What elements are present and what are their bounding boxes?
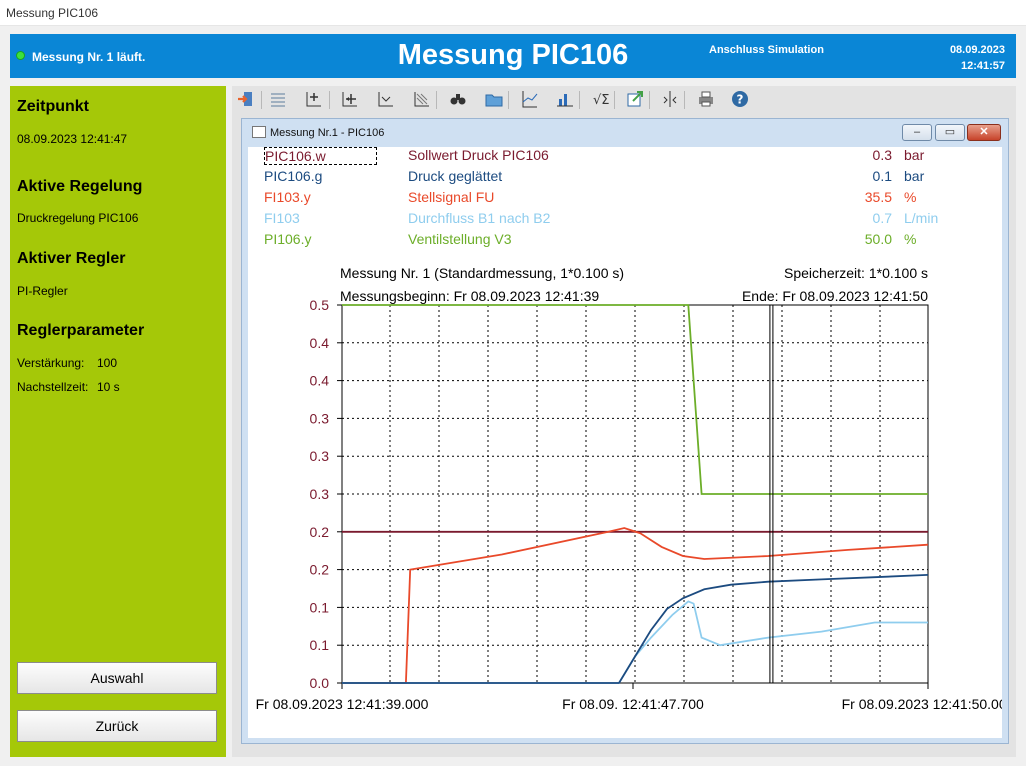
svg-text:?: ? — [737, 93, 744, 107]
gain-value: 100 — [97, 356, 118, 370]
regler-heading: Aktiver Regler — [17, 250, 126, 267]
legend-tag: FI103.y — [264, 189, 311, 205]
window-title: Messung PIC106 — [0, 0, 1026, 26]
sum-icon[interactable]: √Σ — [590, 89, 610, 109]
connection-status: Anschluss Simulation — [709, 44, 824, 56]
y-tick-label: 0.0 — [310, 675, 330, 691]
y-tick-label: 0.2 — [310, 562, 330, 578]
regelung-heading: Aktive Regelung — [17, 178, 143, 195]
header-time: 12:41:57 — [960, 60, 1005, 72]
legend-unit: % — [904, 189, 917, 205]
chart-window-icon — [252, 126, 266, 138]
y-tick-label: 0.3 — [310, 410, 330, 426]
legend-tag: PIC106.g — [264, 168, 323, 184]
page-title: Messung PIC106 — [397, 39, 629, 71]
header-date: 08.09.2023 — [949, 44, 1005, 56]
zeitpunkt-value: 08.09.2023 12:41:47 — [17, 132, 128, 146]
measure-start: Messungsbeginn: Fr 08.09.2023 12:41:39 — [340, 288, 600, 304]
y-tick-label: 0.3 — [310, 448, 330, 464]
zeitpunkt-heading: Zeitpunkt — [17, 98, 89, 115]
svg-text:√Σ: √Σ — [593, 93, 610, 108]
axis-scale-icon[interactable] — [376, 89, 396, 109]
close-button[interactable]: ✕ — [967, 124, 1001, 141]
sidebar: Zeitpunkt 08.09.2023 12:41:47 Aktive Reg… — [10, 86, 226, 757]
y-tick-label: 0.4 — [310, 373, 330, 389]
zoom-fit-icon[interactable] — [340, 89, 360, 109]
bar-chart-icon[interactable] — [555, 89, 575, 109]
print-icon[interactable] — [696, 89, 716, 109]
legend-description: Durchfluss B1 nach B2 — [408, 210, 551, 226]
legend-unit: L/min — [904, 210, 939, 226]
params-heading: Reglerparameter — [17, 322, 145, 339]
list-icon[interactable] — [268, 89, 288, 109]
cursor-icon[interactable] — [660, 89, 680, 109]
header-banner: Messung Nr. 1 läuft. Messung PIC106 Ansc… — [10, 34, 1016, 78]
y-tick-label: 0.2 — [310, 524, 330, 540]
legend-value: 0.7 — [872, 210, 892, 226]
zoom-in-icon[interactable] — [304, 89, 324, 109]
gain-label: Verstärkung: — [17, 356, 85, 370]
back-button[interactable]: Zurück — [17, 710, 217, 742]
legend-unit: bar — [904, 147, 925, 163]
y-tick-label: 0.1 — [310, 599, 330, 615]
measure-name: Messung Nr. 1 (Standardmessung, 1*0.100 … — [340, 265, 625, 281]
binoculars-icon[interactable] — [448, 89, 468, 109]
exit-icon[interactable] — [236, 89, 256, 109]
grid-icon[interactable] — [412, 89, 432, 109]
x-tick-label: Fr 08.09.2023 12:41:39.000 — [256, 696, 429, 712]
legend-value: 50.0 — [864, 231, 892, 247]
minimize-button[interactable]: – — [902, 124, 932, 141]
legend-tag: FI103 — [264, 210, 300, 226]
legend-description: Sollwert Druck PIC106 — [408, 147, 549, 163]
chart-window: Messung Nr.1 - PIC106 – ▭ ✕ 0.5 0.4 0.4 0.3… — [241, 118, 1009, 744]
chart-window-titlebar[interactable]: Messung Nr.1 - PIC106 – ▭ ✕ — [242, 119, 1008, 146]
chart-panel: 0.5 0.4 0.4 0.3 0.3 0.3 0.2 0.2 0.1 0.1 0.0 Fr 08.0… — [248, 147, 1002, 738]
axis-icon[interactable] — [519, 89, 539, 109]
legend-value: 0.3 — [872, 147, 892, 163]
help-icon[interactable]: ? — [730, 89, 750, 109]
y-tick-label: 0.5 — [310, 297, 330, 313]
legend-value: 35.5 — [864, 189, 892, 205]
regelung-value: Druckregelung PIC106 — [17, 211, 139, 225]
export-icon[interactable] — [625, 89, 645, 109]
legend-unit: % — [904, 231, 917, 247]
legend-value: 0.1 — [872, 168, 892, 184]
legend-description: Stellsignal FU — [408, 189, 495, 205]
maximize-button[interactable]: ▭ — [935, 124, 965, 141]
reset-time-label: Nachstellzeit: — [17, 380, 89, 394]
reset-time-value: 10 s — [97, 380, 120, 394]
main-area: √Σ ? Messung Nr.1 - PIC106 – ▭ ✕ 0.5 0.4 0… — [232, 86, 1016, 757]
legend-description: Druck geglättet — [408, 168, 503, 184]
folder-icon[interactable] — [484, 89, 504, 109]
legend-unit: bar — [904, 168, 925, 184]
regler-value: PI-Regler — [17, 284, 68, 298]
running-status-text: Messung Nr. 1 läuft. — [32, 50, 146, 64]
x-tick-label: Fr 08.09. 12:41:47.700 — [562, 696, 704, 712]
y-tick-label: 0.3 — [310, 486, 330, 502]
save-interval: Speicherzeit: 1*0.100 s — [784, 265, 928, 281]
chart-window-title: Messung Nr.1 - PIC106 — [270, 127, 385, 139]
header-datetime: 08.09.2023 12:41:57 — [950, 42, 1005, 74]
select-button[interactable]: Auswahl — [17, 662, 217, 694]
legend-tag[interactable]: PIC106.w — [264, 147, 377, 165]
legend-tag: PI106.y — [264, 231, 312, 247]
measure-end: Ende: Fr 08.09.2023 12:41:50 — [741, 288, 928, 304]
y-tick-label: 0.4 — [310, 335, 330, 351]
y-tick-label: 0.1 — [310, 637, 330, 653]
legend-description: Ventilstellung V3 — [408, 231, 512, 247]
x-tick-label: Fr 08.09.2023 12:41:50.000 — [842, 696, 1002, 712]
running-status-led — [16, 51, 25, 60]
